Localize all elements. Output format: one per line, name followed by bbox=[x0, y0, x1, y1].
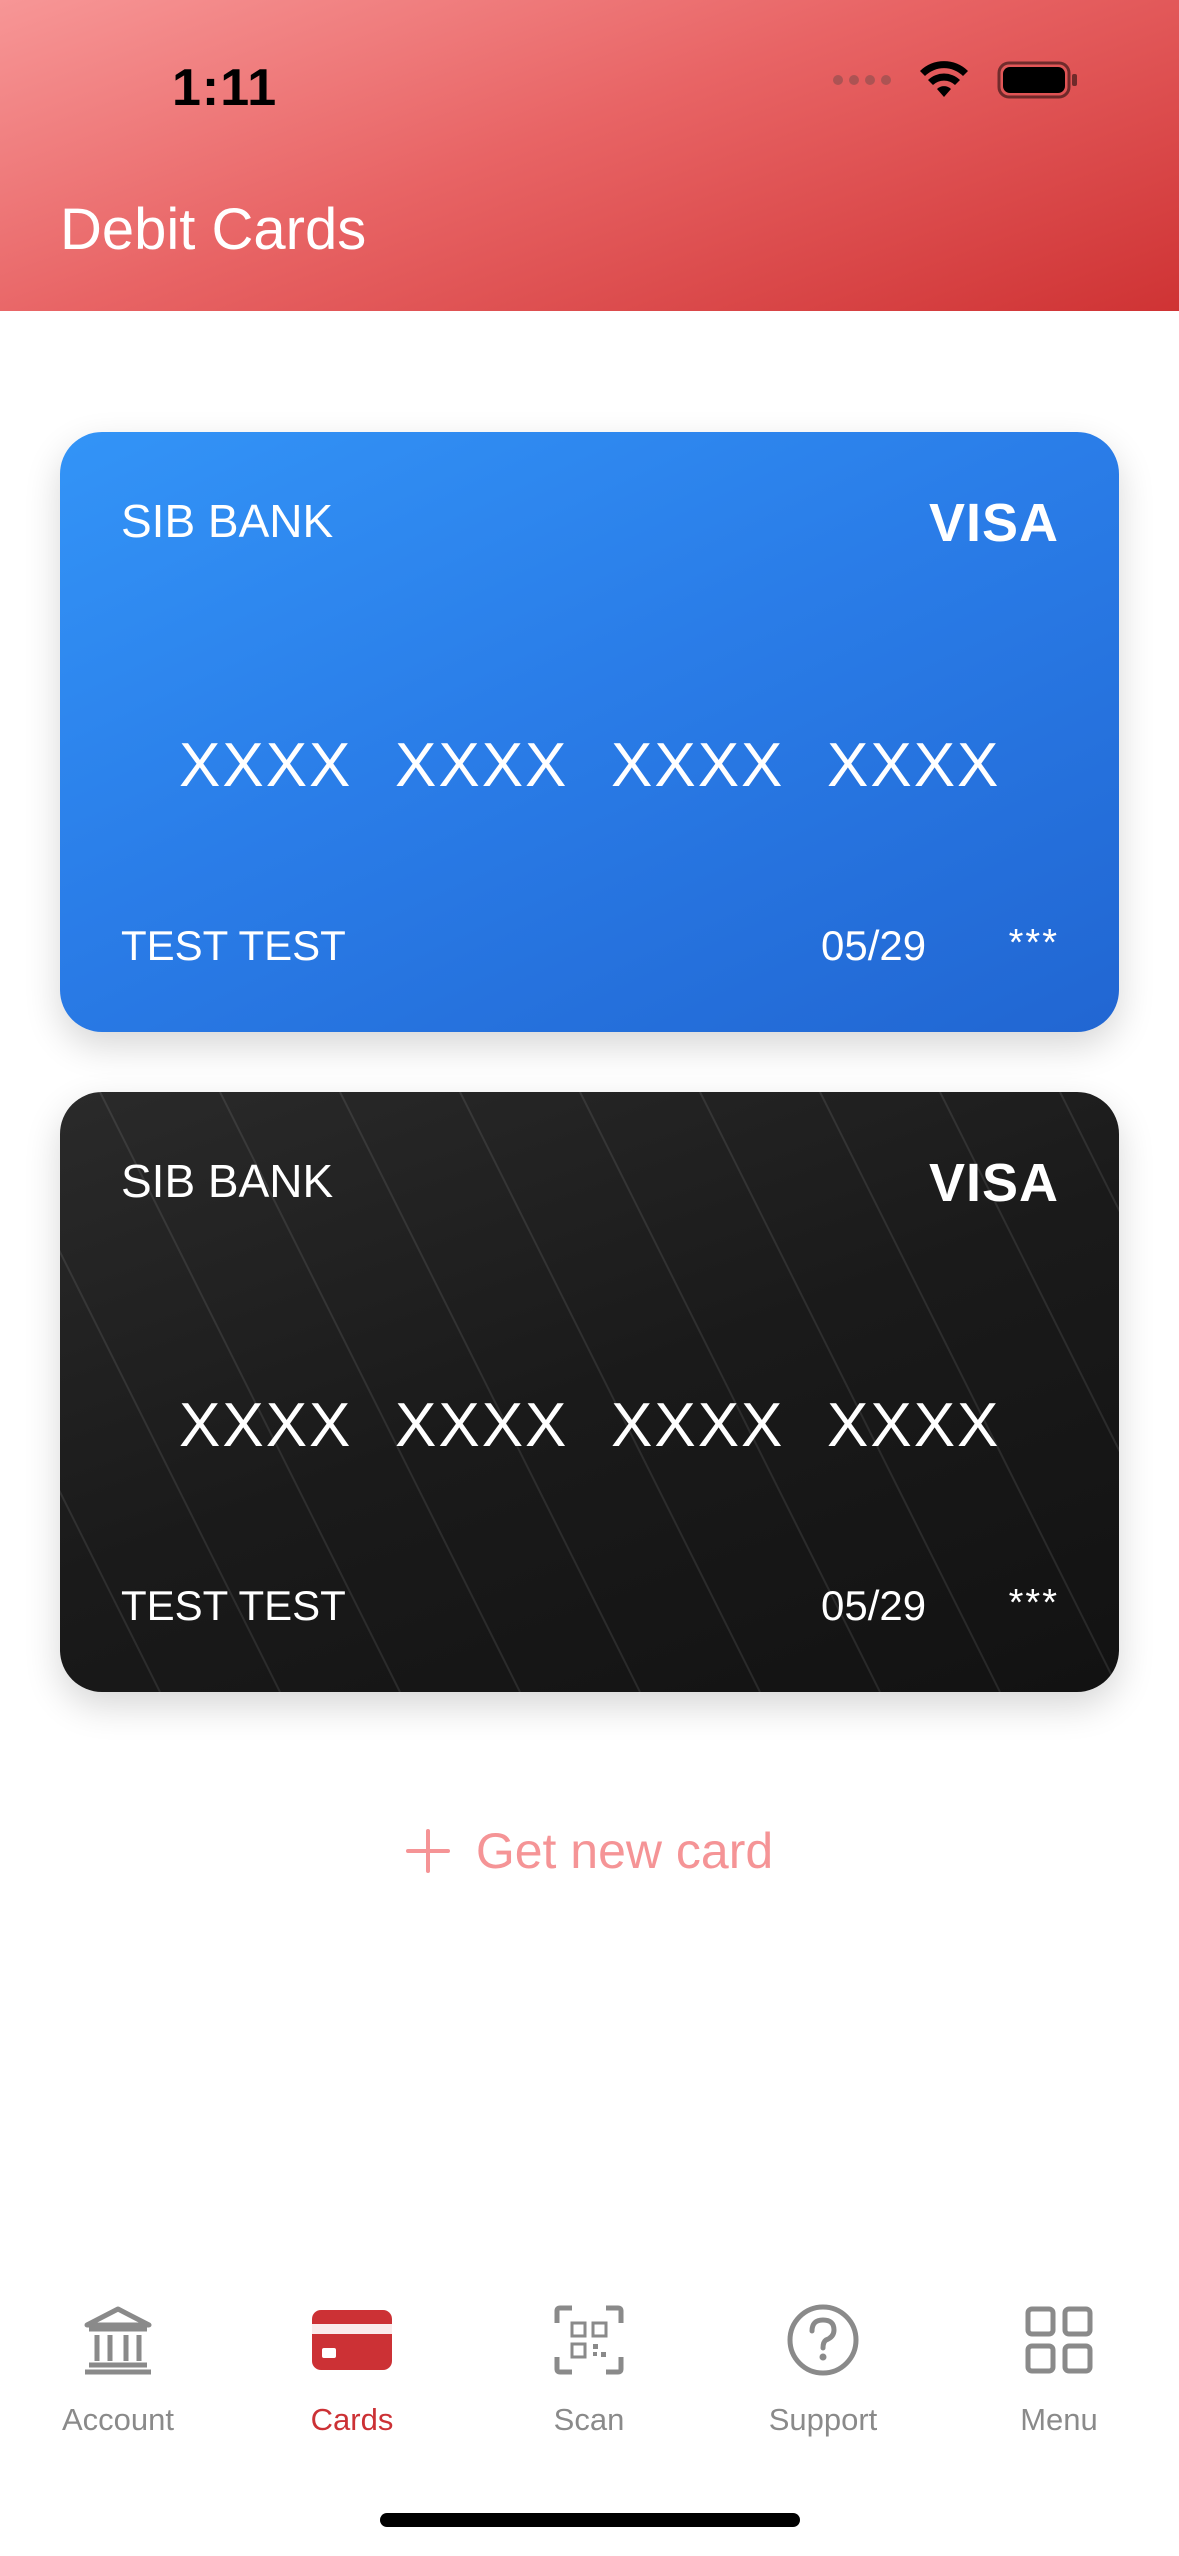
status-time: 1:11 bbox=[172, 59, 278, 117]
card-brand: VISA bbox=[928, 1153, 1059, 1213]
card-cvv: *** bbox=[1008, 1582, 1059, 1624]
grid-icon bbox=[1016, 2300, 1102, 2380]
tab-label-scan: Scan bbox=[553, 2402, 625, 2437]
card-bank-name: SIB BANK bbox=[121, 1155, 334, 1207]
question-icon bbox=[780, 2300, 866, 2380]
tab-scan[interactable]: Scan bbox=[489, 2300, 689, 2438]
app-header: 1:11 Debit Cards bbox=[0, 0, 1179, 311]
card-number-group: XXXX bbox=[827, 1391, 1001, 1460]
tab-account[interactable]: Account bbox=[18, 2300, 218, 2438]
card-number: XXXX XXXX XXXX XXXX bbox=[60, 730, 1119, 800]
card-expiry: 05/29 bbox=[821, 1582, 927, 1629]
card-number-group: XXXX bbox=[827, 731, 1001, 800]
get-new-card-button[interactable]: Get new card bbox=[0, 1822, 1179, 1880]
card-cvv: *** bbox=[1008, 922, 1059, 964]
wifi-icon bbox=[920, 61, 968, 97]
get-new-card-label: Get new card bbox=[475, 1823, 774, 1879]
qr-scan-icon bbox=[546, 2300, 632, 2380]
tab-label-menu: Menu bbox=[1020, 2402, 1098, 2437]
status-icons bbox=[833, 60, 1079, 100]
cellular-signal-icon bbox=[833, 75, 891, 85]
card-number: XXXX XXXX XXXX XXXX bbox=[60, 1390, 1119, 1460]
card-number-group: XXXX bbox=[611, 1391, 785, 1460]
debit-card-blue[interactable]: SIB BANK VISA XXXX XXXX XXXX XXXX TEST T… bbox=[60, 432, 1119, 1032]
card-number-group: XXXX bbox=[179, 1391, 353, 1460]
card-holder-name: TEST TEST bbox=[121, 922, 346, 969]
card-brand: VISA bbox=[928, 493, 1059, 553]
home-indicator[interactable] bbox=[380, 2513, 800, 2527]
card-number-group: XXXX bbox=[611, 731, 785, 800]
card-bank-name: SIB BANK bbox=[121, 495, 334, 547]
plus-icon bbox=[405, 1829, 450, 1873]
tab-label-cards: Cards bbox=[310, 2402, 394, 2437]
card-icon bbox=[309, 2300, 395, 2380]
card-number-group: XXXX bbox=[395, 731, 569, 800]
bank-icon bbox=[75, 2300, 161, 2380]
card-number-group: XXXX bbox=[395, 1391, 569, 1460]
tab-support[interactable]: Support bbox=[723, 2300, 923, 2438]
battery-icon bbox=[997, 61, 1077, 99]
tab-label-account: Account bbox=[61, 2402, 174, 2437]
page-title: Debit Cards bbox=[60, 197, 367, 262]
card-expiry: 05/29 bbox=[821, 922, 927, 969]
tab-menu[interactable]: Menu bbox=[959, 2300, 1159, 2438]
tab-bar: Account Cards Scan Support Menu bbox=[0, 2300, 1179, 2480]
tab-label-support: Support bbox=[768, 2402, 878, 2437]
tab-cards[interactable]: Cards bbox=[252, 2300, 452, 2438]
debit-card-black[interactable]: SIB BANK VISA XXXX XXXX XXXX XXXX TEST T… bbox=[60, 1092, 1119, 1692]
card-holder-name: TEST TEST bbox=[121, 1582, 346, 1629]
card-number-group: XXXX bbox=[179, 731, 353, 800]
